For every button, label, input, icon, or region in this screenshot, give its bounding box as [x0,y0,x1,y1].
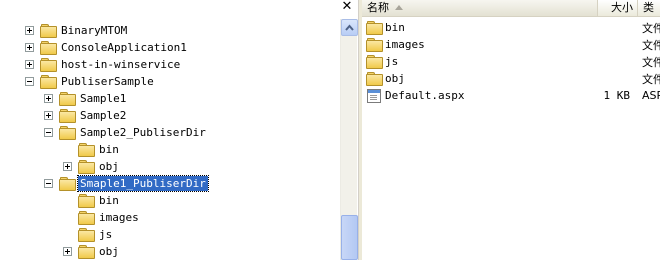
folder-open-icon [59,126,76,140]
file-name: bin [385,21,405,34]
tree-item[interactable]: Sample2_PubliserDir [44,124,208,141]
tree-item-label[interactable]: host-in-winservice [59,57,182,72]
tree-item-label[interactable]: BinaryMTOM [59,23,129,38]
tree-item[interactable]: Sample2 [44,107,128,124]
tree-item-label[interactable]: Smaple1_PubliserDir [77,175,209,192]
file-row[interactable]: bin 文件 [362,19,660,36]
tree-item[interactable]: js [63,226,114,243]
file-type: 文件 [642,55,660,69]
collapse-icon[interactable] [44,179,53,188]
folder-icon [366,55,383,69]
folder-icon [78,228,95,242]
folder-open-icon [40,75,57,89]
column-header-label: 大小 [611,1,633,14]
tree-item-label[interactable]: Sample2 [78,108,128,123]
expand-icon[interactable] [25,60,34,69]
folder-icon [366,21,383,35]
expand-icon[interactable] [44,94,53,103]
column-header-type[interactable]: 类 [638,0,660,16]
tree-item-label[interactable]: js [97,227,114,242]
collapse-icon[interactable] [25,77,34,86]
folder-icon [366,38,383,52]
folder-open-icon [59,177,76,191]
tree-item-label[interactable]: bin [97,142,121,157]
column-header-label: 类 [643,1,654,14]
folder-icon [40,24,57,38]
tree-item[interactable]: BinaryMTOM [25,22,129,39]
file-name: images [385,38,425,51]
tree-item-label[interactable]: bin [97,193,121,208]
tree-item[interactable]: obj [63,158,121,175]
file-row[interactable]: obj 文件 [362,70,660,87]
file-row[interactable]: images 文件 [362,36,660,53]
close-pane-icon[interactable]: ✕ [340,0,354,14]
folder-icon [78,194,95,208]
aspx-file-icon [367,88,381,103]
file-row[interactable]: js 文件 [362,53,660,70]
file-size: 1 KB [603,89,631,102]
tree-item-label[interactable]: obj [97,244,121,259]
tree-item[interactable]: Sample1 [44,90,128,107]
column-header-label: 名称 [367,1,389,14]
folder-icon [59,92,76,106]
chevron-up-icon [345,24,354,31]
tree-item[interactable]: bin [63,141,121,158]
expand-icon[interactable] [25,26,34,35]
folder-icon [78,160,95,174]
vertical-scrollbar[interactable] [340,19,358,260]
scrollbar-thumb[interactable] [341,215,358,260]
folder-icon [40,58,57,72]
column-header-name[interactable]: 名称 [362,0,598,16]
tree-item-label[interactable]: Sample1 [78,91,128,106]
expand-icon[interactable] [25,43,34,52]
file-type: 文件 [642,21,660,35]
expand-icon[interactable] [63,162,72,171]
list-header: 名称 大小 类 [362,0,660,17]
tree-item-selected[interactable]: Smaple1_PubliserDir [44,175,209,192]
file-type: ASP [642,89,660,102]
scroll-up-button[interactable] [341,19,358,36]
tree-item[interactable]: host-in-winservice [25,56,182,73]
file-list-pane: 名称 大小 类 bin 文件 images 文件 js 文件 obj 文件 De… [362,0,660,260]
expand-icon[interactable] [44,111,53,120]
tree-item-label[interactable]: obj [97,159,121,174]
file-name: js [385,55,399,68]
folder-tree-pane: ✕ BinaryMTOM ConsoleApplication1 host-in… [0,0,358,260]
expand-icon[interactable] [63,247,72,256]
tree-item-label[interactable]: ConsoleApplication1 [59,40,189,55]
tree-item[interactable]: images [63,209,141,226]
folder-icon [78,245,95,259]
column-header-size[interactable]: 大小 [598,0,638,16]
file-name: Default.aspx [385,89,465,102]
sort-ascending-icon [395,5,403,10]
file-row[interactable]: Default.aspx 1 KB ASP [362,87,660,104]
tree-item-label[interactable]: PubliserSample [59,74,156,89]
folder-icon [78,211,95,225]
tree-item[interactable]: ConsoleApplication1 [25,39,189,56]
folder-icon [366,72,383,86]
folder-icon [59,109,76,123]
file-name: obj [385,72,405,85]
tree-item-label[interactable]: images [97,210,141,225]
tree-item-label[interactable]: Sample2_PubliserDir [78,125,208,140]
tree-item[interactable]: bin [63,192,121,209]
tree-item[interactable]: PubliserSample [25,73,156,90]
file-type: 文件 [642,38,660,52]
file-type: 文件 [642,72,660,86]
tree-item[interactable]: obj [63,243,121,260]
folder-icon [40,41,57,55]
folder-icon [78,143,95,157]
collapse-icon[interactable] [44,128,53,137]
